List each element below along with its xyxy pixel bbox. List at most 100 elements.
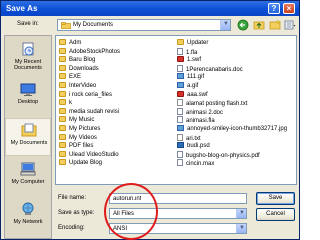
file-name: Downloads [69, 65, 99, 72]
place-my-documents[interactable]: My Documents [5, 118, 51, 156]
folder-icon [59, 99, 66, 106]
list-item[interactable]: AdobeStockPhotos [59, 47, 177, 57]
new-folder-icon[interactable] [269, 19, 281, 31]
folder-icon [59, 142, 66, 149]
list-item[interactable]: i rock ceria_files [59, 90, 177, 100]
document-icon [177, 107, 183, 115]
file-name: bugsho-blog-on-physics.pdf [186, 152, 260, 159]
flash-file-icon [177, 90, 184, 97]
list-item[interactable]: My Videos [59, 133, 177, 143]
list-item[interactable]: budi.psd [177, 142, 295, 151]
list-item[interactable]: ari.txt [177, 133, 295, 143]
file-name: Update Blog [69, 160, 103, 167]
file-name: animasi.fla [186, 118, 215, 125]
file-name: InterVideo [69, 82, 97, 89]
desktop-icon [20, 83, 36, 96]
list-item[interactable]: annoyed-smiley-icon-thumb32717.jpg [177, 124, 295, 134]
list-item[interactable]: Update Blog [59, 159, 177, 168]
chevron-down-icon: ▼ [223, 21, 229, 27]
list-item[interactable]: 1.fla [177, 47, 295, 57]
list-item[interactable]: My Pictures [59, 124, 177, 134]
text-file-icon [177, 133, 183, 141]
file-name: 1Perencanabaris.doc [186, 66, 243, 73]
list-item[interactable]: Updater [177, 39, 295, 48]
chevron-down-icon: ▼ [239, 225, 245, 231]
place-desktop[interactable]: Desktop [5, 78, 51, 116]
encoding-label: Encoding: [58, 225, 85, 231]
file-name: PDF files [69, 143, 94, 150]
file-name: Updater [187, 40, 209, 46]
list-item[interactable]: animasi.fla [177, 116, 295, 125]
list-item[interactable]: k [59, 99, 177, 108]
file-name: media sudah revisi [69, 108, 120, 115]
up-folder-icon[interactable] [253, 19, 265, 31]
save-as-type-dropdown-arrow[interactable]: ▼ [236, 209, 246, 218]
list-item[interactable]: a.gif [177, 81, 295, 91]
file-column: Updater 1.fla 1.swf 1Perencanabaris.doc … [177, 39, 295, 168]
place-label: Desktop [17, 99, 39, 105]
file-name: My Videos [69, 134, 97, 141]
text-file-icon [177, 99, 183, 107]
folder-icon [59, 150, 66, 157]
back-icon[interactable] [237, 19, 249, 31]
file-name: Ulead VideoStudio [69, 151, 119, 158]
file-list[interactable]: Adm AdobeStockPhotos Baru Blog Downloads… [55, 35, 297, 185]
list-item[interactable]: Downloads [59, 64, 177, 74]
folder-icon [59, 81, 66, 88]
place-label: My Documents [10, 140, 48, 146]
file-name: 1.fla [186, 49, 198, 56]
list-item[interactable]: media sudah revisi [59, 107, 177, 117]
list-item[interactable]: Adm [59, 39, 177, 48]
folder-icon [59, 90, 66, 97]
list-item[interactable]: bugsho-blog-on-physics.pdf [177, 150, 295, 160]
save-as-type-label: Save as type: [58, 210, 95, 216]
image-file-icon [177, 73, 184, 80]
file-name: 111.gif [187, 74, 205, 81]
save-button[interactable]: Save [256, 192, 295, 205]
place-my-computer[interactable]: My Computer [5, 158, 51, 196]
cancel-button[interactable]: Cancel [256, 208, 295, 221]
list-item[interactable]: cincin.max [177, 159, 295, 168]
place-my-recent-documents[interactable]: My Recent Documents [5, 38, 51, 76]
list-item[interactable]: InterVideo [59, 81, 177, 91]
file-name: AdobeStockPhotos [69, 48, 121, 55]
list-item[interactable]: 111.gif [177, 73, 295, 82]
save-in-dropdown-arrow[interactable]: ▼ [220, 20, 230, 30]
list-item[interactable]: Baru Blog [59, 56, 177, 65]
file-name: i rock ceria_files [69, 91, 113, 98]
close-button[interactable]: × [283, 3, 295, 14]
list-item[interactable]: PDF files [59, 142, 177, 151]
list-item[interactable]: EXE [59, 73, 177, 82]
folder-icon [59, 159, 66, 166]
folder-icon [177, 39, 184, 45]
views-menu-icon[interactable] [284, 19, 296, 31]
file-name: budi.psd [187, 143, 210, 150]
list-item[interactable]: My Music [59, 116, 177, 125]
file-name-label: File name: [58, 195, 87, 201]
image-file-icon [177, 124, 184, 131]
list-item[interactable]: Ulead VideoStudio [59, 150, 177, 160]
help-button[interactable]: ? [268, 3, 280, 14]
file-name: aaa.swf [187, 91, 208, 98]
document-icon [177, 150, 183, 158]
list-item[interactable]: animasi 2.doc [177, 107, 295, 117]
list-item[interactable]: 1Perencanabaris.doc [177, 64, 295, 74]
place-my-network[interactable]: My Network [5, 198, 51, 236]
file-name: EXE [69, 74, 82, 81]
title-bar[interactable]: Save As ? × [1, 1, 299, 16]
my-computer-icon [20, 162, 36, 176]
flash-file-icon [177, 56, 184, 63]
annotation-circle [104, 183, 158, 240]
place-label: My Recent Documents [14, 59, 42, 71]
chevron-down-icon: ▼ [239, 210, 245, 216]
file-name: animasi 2.doc [186, 109, 224, 116]
encoding-dropdown-arrow[interactable]: ▼ [236, 224, 246, 233]
recent-documents-icon [22, 42, 34, 56]
list-item[interactable]: 1.swf [177, 56, 295, 65]
save-in-label: Save in: [17, 21, 39, 27]
save-in-value: My Documents [73, 22, 114, 28]
list-item[interactable]: aaa.swf [177, 90, 295, 100]
list-item[interactable]: alamat posting flash.txt [177, 99, 295, 108]
save-in-dropdown[interactable]: My Documents ▼ [57, 19, 231, 31]
image-file-icon [177, 81, 184, 88]
